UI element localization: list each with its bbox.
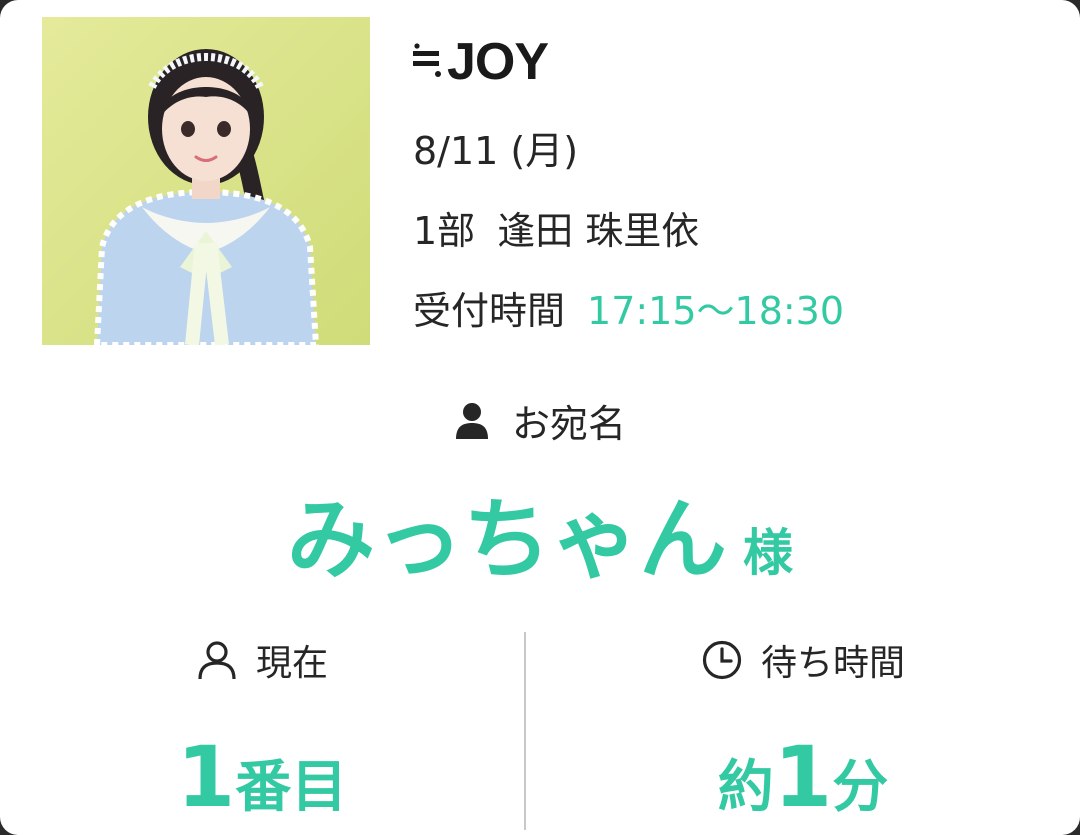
recipient-honorific: 様 [743, 524, 793, 582]
member-photo [42, 17, 370, 345]
ticket-card: JOY 8/11 (月) 1部 逢田 珠里依 受付時間 17:15〜18:30 お宛… [0, 0, 1080, 835]
current-position-value: 1番目 [0, 722, 524, 835]
member-name: 逢田 珠里依 [497, 209, 700, 253]
event-session: 1部 逢田 珠里依 [413, 207, 699, 255]
recipient-name: みっちゃん [286, 488, 727, 591]
recipient-name-row: みっちゃん様 [0, 480, 1080, 600]
current-label: 現在 [255, 643, 328, 684]
near-equal-icon [413, 43, 441, 77]
event-date: 8/11 (月) [413, 129, 579, 173]
current-label-row: 現在 [0, 636, 524, 692]
wait-unit: 分 [832, 755, 889, 820]
wait-label-row: 待ち時間 [526, 636, 1080, 692]
wait-prefix: 約 [717, 755, 774, 820]
session-part: 1部 [413, 209, 476, 253]
wait-label: 待ち時間 [760, 643, 905, 684]
current-number: 1 [176, 728, 236, 826]
current-suffix: 番目 [235, 755, 348, 820]
reception-label: 受付時間 [413, 289, 566, 333]
clock-icon [702, 640, 742, 680]
person-icon [455, 403, 488, 439]
user-outline-icon [198, 641, 236, 680]
reception-time-row: 受付時間 17:15〜18:30 [413, 287, 844, 335]
reception-time: 17:15〜18:30 [587, 289, 845, 333]
wait-time-value: 約1分 [526, 722, 1080, 835]
recipient-heading: お宛名 [0, 396, 1080, 452]
current-position: 現在 1番目 [0, 636, 524, 835]
recipient-label: お宛名 [511, 402, 626, 446]
wait-number: 1 [773, 728, 833, 826]
wait-time: 待ち時間 約1分 [526, 636, 1080, 835]
group-logo: JOY [413, 30, 549, 94]
group-name: JOY [447, 33, 549, 91]
